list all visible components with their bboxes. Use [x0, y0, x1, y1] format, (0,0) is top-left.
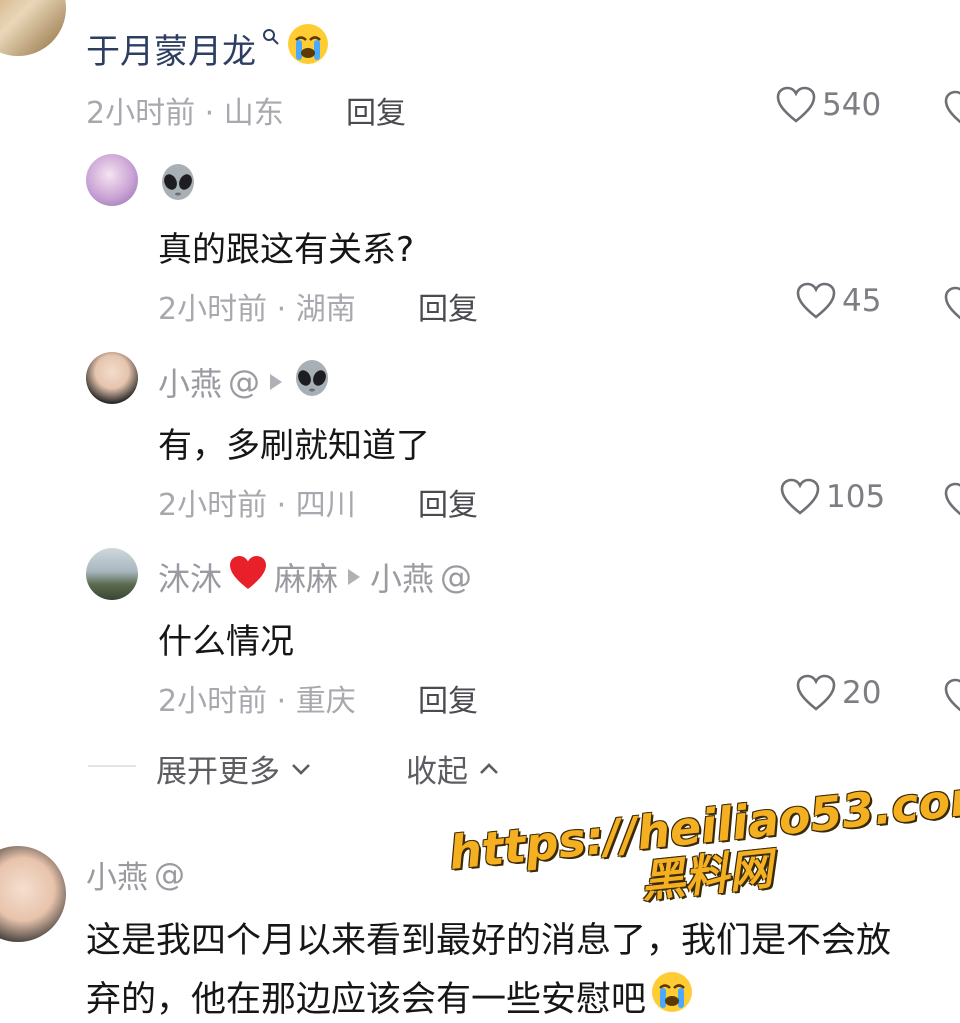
- reply-text: 有，多刷就知道了: [158, 426, 430, 466]
- like-button[interactable]: 20: [796, 674, 881, 712]
- avatar[interactable]: [86, 548, 138, 600]
- like-count: 20: [842, 675, 882, 711]
- comment-meta: 2小时前 · 山东: [86, 96, 284, 131]
- comment-text-line2-content: 弃的，他在那边应该会有一些安慰吧: [86, 980, 647, 1020]
- expand-more-label: 展开更多: [156, 754, 280, 790]
- like-button[interactable]: 540: [776, 86, 881, 124]
- reply-username[interactable]: [158, 162, 198, 210]
- divider: [88, 765, 136, 767]
- collapse-label: 收起: [406, 754, 468, 790]
- like-button[interactable]: 45: [796, 282, 881, 320]
- comment-username[interactable]: 于月蒙月龙: [86, 22, 330, 75]
- heart-icon: [776, 86, 816, 123]
- comment-location: 山东: [223, 96, 284, 131]
- collapse-button[interactable]: 收起: [406, 746, 500, 791]
- comment-username[interactable]: 小燕 @: [86, 852, 185, 897]
- reply-username-text: 小燕: [158, 365, 223, 403]
- reply-text: 什么情况: [158, 622, 294, 662]
- reply-text: 真的跟这有关系?: [158, 230, 415, 270]
- comment-text-line2: 弃的，他在那边应该会有一些安慰吧: [86, 970, 694, 1023]
- chevron-down-icon: [292, 763, 310, 775]
- reply-meta: 2小时前 · 湖南: [158, 292, 356, 327]
- like-count: 105: [826, 479, 886, 515]
- reply-button[interactable]: 回复: [418, 284, 478, 328]
- expand-more-button[interactable]: 展开更多: [156, 746, 312, 791]
- username-text: 于月蒙月龙: [86, 32, 256, 72]
- like-button[interactable]: 105: [780, 478, 885, 516]
- reply-username-text-2: 麻麻: [274, 560, 339, 598]
- crying-face-icon: [650, 970, 694, 1023]
- heart-icon: [780, 478, 820, 515]
- reply-location: 湖南: [295, 292, 356, 327]
- like-count: 45: [842, 283, 882, 319]
- reply-to-user[interactable]: 小燕: [370, 554, 434, 600]
- reply-time: 2小时前: [158, 684, 268, 719]
- dislike-icon[interactable]: [944, 678, 960, 718]
- heart-icon: [796, 674, 836, 711]
- dislike-icon[interactable]: [944, 90, 960, 130]
- reply-username[interactable]: 小燕 @: [158, 358, 332, 406]
- reply-username[interactable]: 沐沐 麻麻 小燕 @: [158, 554, 472, 600]
- reply-arrow-icon: [270, 374, 283, 390]
- reply-username-text: 沐沐: [158, 560, 223, 598]
- red-heart-icon: [228, 555, 268, 599]
- reply-time: 2小时前: [158, 488, 268, 523]
- dislike-icon[interactable]: [944, 286, 960, 326]
- search-icon[interactable]: [262, 15, 280, 55]
- comment-text-line1: 这是我四个月以来看到最好的消息了，我们是不会放: [86, 921, 892, 961]
- like-count: 540: [822, 87, 882, 123]
- avatar[interactable]: [0, 0, 66, 56]
- dislike-icon[interactable]: [944, 482, 960, 522]
- comment-time: 2小时前: [86, 96, 196, 131]
- reply-meta: 2小时前 · 四川: [158, 488, 356, 523]
- reply-button[interactable]: 回复: [418, 676, 478, 720]
- watermark-name: 黑料网: [638, 843, 776, 909]
- reply-location: 重庆: [295, 684, 356, 719]
- avatar[interactable]: [0, 846, 66, 942]
- crying-face-icon: [286, 22, 330, 75]
- avatar[interactable]: [86, 154, 138, 206]
- chevron-up-icon: [480, 762, 498, 774]
- alien-emoji-icon: [158, 162, 198, 210]
- username-text: 小燕: [86, 860, 148, 896]
- avatar[interactable]: [86, 352, 138, 404]
- reply-time: 2小时前: [158, 292, 268, 327]
- reply-arrow-icon: [348, 569, 361, 585]
- reply-button[interactable]: 回复: [346, 88, 406, 132]
- reply-location: 四川: [295, 488, 356, 523]
- reply-meta: 2小时前 · 重庆: [158, 684, 356, 719]
- heart-icon: [796, 282, 836, 319]
- alien-emoji-icon: [292, 358, 332, 406]
- reply-button[interactable]: 回复: [418, 480, 478, 524]
